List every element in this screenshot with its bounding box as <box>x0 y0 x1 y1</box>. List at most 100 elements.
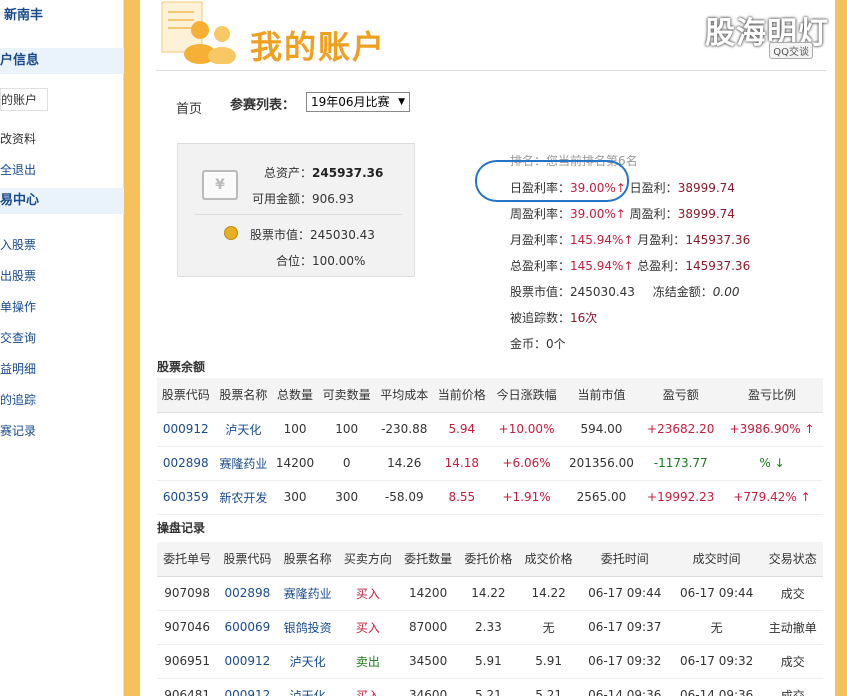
stock-market-value: 股票市值：245030.43 <box>250 228 375 242</box>
qq-chat-button[interactable]: QQ交谈 <box>769 42 813 59</box>
cell-pnl-pct: +779.42% ↑ <box>721 480 823 515</box>
cell-qty: 34500 <box>398 644 459 679</box>
position-ratio: 合位：100.00% <box>276 254 366 268</box>
wallet-icon: ¥ <box>202 170 238 200</box>
holdings-header-row: 股票代码 股票名称 总数量 可卖数量 平均成本 当前价格 今日涨跌幅 当前市值 … <box>157 378 823 413</box>
stock-name-link[interactable]: 泸天化 <box>277 678 338 696</box>
chevron-down-icon: ▼ <box>398 97 405 107</box>
home-link[interactable]: 首页 <box>176 98 202 117</box>
cell-pnl: +23682.20 <box>640 412 722 447</box>
cell-side: 卖出 <box>337 644 398 679</box>
sidebar-item-my-account[interactable]: 的账户 <box>0 88 49 111</box>
tracked-count-row: 被追踪数：16次 <box>510 311 598 325</box>
cell-deal-time: 06-17 09:44 <box>670 576 763 611</box>
col-header: 股票名称 <box>214 378 273 413</box>
stock-name-link[interactable]: 银鸽投资 <box>277 610 338 645</box>
weekly-profit-row: 周盈利率：39.00%↑ 周盈利：38999.74 <box>510 207 735 221</box>
users-icon <box>161 1 236 64</box>
cell-side: 买入 <box>337 576 398 611</box>
sidebar-item-track[interactable]: 的追踪 <box>0 391 36 408</box>
table-row: 600359 新农开发 300 300 -58.09 8.55 +1.91% 2… <box>157 480 823 515</box>
stock-code-link[interactable]: 002898 <box>157 446 215 481</box>
total-profit-row: 总盈利率：145.94%↑ 总盈利：145937.36 <box>510 259 751 273</box>
cell-order-id: 907098 <box>157 576 218 611</box>
sidebar-item-query[interactable]: 交查询 <box>0 329 36 346</box>
stock-name-link[interactable]: 泸天化 <box>277 644 338 679</box>
cell-order-id: 906481 <box>157 678 218 696</box>
cell-sellable: 300 <box>317 480 376 515</box>
cell-order-time: 06-17 09:32 <box>578 644 671 679</box>
col-header: 交易状态 <box>762 542 823 577</box>
asset-summary-card: ¥ 总资产：245937.36 可用金额：906.93 股票市值：245030.… <box>177 143 415 277</box>
sidebar-item-records[interactable]: 赛记录 <box>0 422 36 439</box>
stock-code-link[interactable]: 002898 <box>217 576 278 611</box>
available-funds: 可用金额：906.93 <box>252 192 355 206</box>
stock-name-link[interactable]: 泸天化 <box>214 412 273 447</box>
sidebar-item-logout[interactable]: 全退出 <box>0 161 36 178</box>
table-row: 907046 600069 银鸽投资 买入 87000 2.33 无 06-17… <box>157 610 823 645</box>
cell-order-time: 06-17 09:44 <box>578 576 671 611</box>
cell-deal-price: 14.22 <box>518 576 579 611</box>
table-row: 907098 002898 赛隆药业 买入 14200 14.22 14.22 … <box>157 576 823 611</box>
col-header: 委托时间 <box>578 542 671 577</box>
cell-avg-cost: -58.09 <box>375 480 434 515</box>
stock-name-link[interactable]: 赛隆药业 <box>277 576 338 611</box>
holdings-title: 股票余额 <box>157 360 206 374</box>
cell-pnl-pct: % ↓ <box>721 446 823 481</box>
sidebar-item-edit-profile[interactable]: 改资料 <box>0 130 36 147</box>
cell-change: +6.06% <box>490 446 563 481</box>
sidebar-item-sell[interactable]: 出股票 <box>0 267 36 284</box>
contest-select-value: 19年06月比赛 <box>311 95 390 109</box>
sidebar-user-name: 新南丰 <box>4 8 44 23</box>
orders-table: 委托单号 股票代码 股票名称 买卖方向 委托数量 委托价格 成交价格 委托时间 … <box>157 542 823 696</box>
cell-status: 成交 <box>762 678 823 696</box>
cell-order-price: 14.22 <box>458 576 519 611</box>
gold-coins-row: 金币：0个 <box>510 337 566 351</box>
stock-code-link[interactable]: 000912 <box>217 644 278 679</box>
cell-avg-cost: 14.26 <box>375 446 434 481</box>
col-header: 可卖数量 <box>317 378 376 413</box>
cell-side: 买入 <box>337 610 398 645</box>
cell-deal-price: 5.21 <box>518 678 579 696</box>
stock-code-link[interactable]: 600359 <box>157 480 215 515</box>
cell-price: 14.18 <box>433 446 491 481</box>
sidebar-item-profit[interactable]: 益明细 <box>0 360 36 377</box>
cell-order-price: 5.21 <box>458 678 519 696</box>
sidebar-item-buy[interactable]: 入股票 <box>0 236 36 253</box>
stock-name-link[interactable]: 赛隆药业 <box>214 446 273 481</box>
cell-price: 5.94 <box>433 412 491 447</box>
orders-header-row: 委托单号 股票代码 股票名称 买卖方向 委托数量 委托价格 成交价格 委托时间 … <box>157 542 823 577</box>
table-row: 906951 000912 泸天化 卖出 34500 5.91 5.91 06-… <box>157 644 823 679</box>
cell-order-time: 06-17 09:37 <box>578 610 671 645</box>
stock-code-link[interactable]: 000912 <box>217 678 278 696</box>
cell-status: 主动撤单 <box>762 610 823 645</box>
cell-change: +10.00% <box>490 412 563 447</box>
sidebar-item-orders[interactable]: 单操作 <box>0 298 36 315</box>
cell-qty: 87000 <box>398 610 459 645</box>
col-header: 买卖方向 <box>337 542 398 577</box>
cell-change: +1.91% <box>490 480 563 515</box>
left-accent-stripe <box>124 0 140 696</box>
cell-status: 成交 <box>762 576 823 611</box>
cell-side: 买入 <box>337 678 398 696</box>
col-header: 盈亏比例 <box>721 378 823 413</box>
total-assets: 总资产：245937.36 <box>264 166 384 180</box>
col-header: 股票代码 <box>217 542 278 577</box>
stock-code-link[interactable]: 600069 <box>217 610 278 645</box>
contest-select[interactable]: 19年06月比赛 ▼ <box>306 92 410 112</box>
cell-order-price: 2.33 <box>458 610 519 645</box>
cell-order-id: 907046 <box>157 610 218 645</box>
coin-icon <box>224 226 238 240</box>
col-header: 今日涨跌幅 <box>490 378 563 413</box>
header-divider <box>156 70 826 71</box>
page-title: 我的账户 <box>250 28 387 66</box>
market-frozen-row: 股票市值：245030.43 冻结金额：0.00 <box>510 285 740 299</box>
cell-deal-time: 06-14 09:36 <box>670 678 763 696</box>
cell-value: 201356.00 <box>562 446 641 481</box>
col-header: 成交价格 <box>518 542 579 577</box>
cell-deal-time: 06-17 09:32 <box>670 644 763 679</box>
cell-sellable: 100 <box>317 412 376 447</box>
cell-deal-time: 无 <box>670 610 763 645</box>
stock-name-link[interactable]: 新农开发 <box>214 480 273 515</box>
stock-code-link[interactable]: 000912 <box>157 412 215 447</box>
